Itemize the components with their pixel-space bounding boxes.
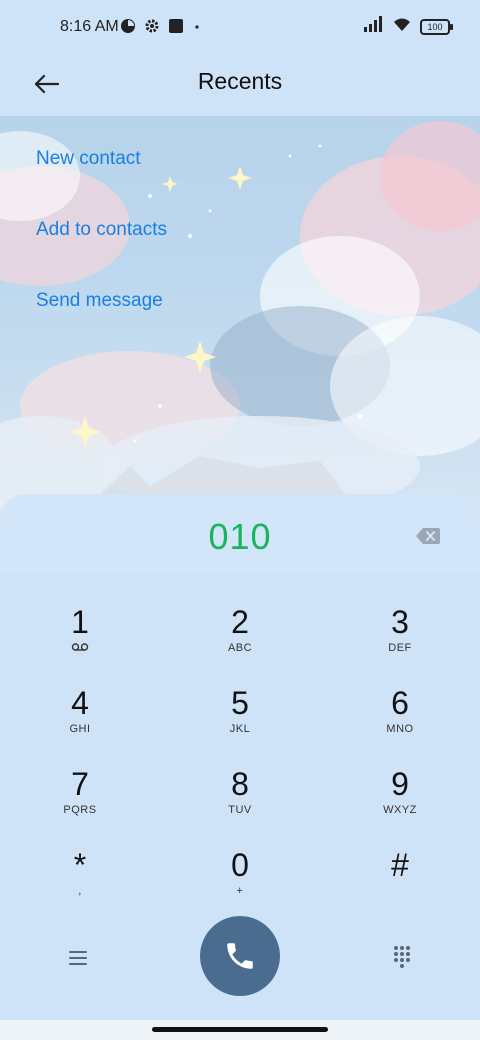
- signal-icon: [364, 16, 384, 37]
- app-square-icon: [168, 18, 184, 39]
- key-9[interactable]: 9 WXYZ: [340, 766, 460, 836]
- key-digit: 4: [71, 685, 89, 721]
- key-letters: TUV: [228, 804, 252, 816]
- number-display: 010: [0, 494, 480, 574]
- backspace-button[interactable]: [416, 528, 440, 549]
- dot-icon: [192, 18, 202, 39]
- bottom-bar: [0, 914, 480, 1004]
- key-digit: 9: [391, 766, 409, 802]
- key-letters: WXYZ: [383, 804, 417, 816]
- key-digit: *: [73, 847, 87, 883]
- key-letters: MNO: [386, 723, 414, 735]
- key-digit: 8: [231, 766, 249, 802]
- key-4[interactable]: 4 GHI: [20, 685, 140, 755]
- add-to-contacts-link[interactable]: Add to contacts: [36, 219, 167, 241]
- key-digit: 5: [231, 685, 249, 721]
- key-digit: 2: [231, 604, 249, 640]
- key-2[interactable]: 2 ABC: [180, 604, 300, 674]
- key-digit: 0: [231, 847, 249, 883]
- send-message-link[interactable]: Send message: [36, 290, 163, 312]
- menu-button[interactable]: [64, 944, 92, 972]
- status-time: 8:16 AM: [60, 18, 119, 35]
- key-letters: JKL: [229, 723, 251, 735]
- key-letters: +: [236, 885, 244, 897]
- key-digit: 6: [391, 685, 409, 721]
- status-icons-left: [120, 18, 202, 38]
- key-1[interactable]: 1: [20, 604, 140, 674]
- voicemail-icon: [20, 642, 140, 655]
- settings-icon: [144, 18, 160, 39]
- key-digit: 3: [391, 604, 409, 640]
- menu-icon: [69, 951, 87, 965]
- navigation-bar: [0, 1020, 480, 1040]
- key-letters: PQRS: [63, 804, 97, 816]
- phone-icon: [227, 943, 253, 969]
- call-button[interactable]: [200, 916, 280, 996]
- page-title: Recents: [197, 68, 283, 94]
- home-indicator[interactable]: [152, 1027, 328, 1032]
- new-contact-link[interactable]: New contact: [36, 148, 141, 170]
- dial-panel: 010 1 2 ABC 3 DEF 4 GHI 5 JKL 6 MNO 7 PQ…: [0, 494, 480, 1024]
- dialed-number: 010: [208, 516, 272, 557]
- dialpad-icon: [394, 946, 410, 968]
- key-3[interactable]: 3 DEF: [340, 604, 460, 674]
- battery-icon: 100: [420, 18, 453, 35]
- key-8[interactable]: 8 TUV: [180, 766, 300, 836]
- key-letters: GHI: [69, 723, 91, 735]
- status-icons-right: 100: [364, 16, 453, 37]
- key-star[interactable]: * ,: [20, 847, 140, 917]
- key-letters: DEF: [388, 642, 412, 654]
- key-6[interactable]: 6 MNO: [340, 685, 460, 755]
- key-letters: ,: [78, 885, 82, 897]
- key-hash[interactable]: #: [340, 847, 460, 917]
- key-7[interactable]: 7 PQRS: [20, 766, 140, 836]
- key-digit: 7: [71, 766, 89, 802]
- wallpaper: New contact Add to contacts Send message: [0, 116, 480, 526]
- header: Recents: [0, 56, 480, 116]
- key-digit: 1: [71, 604, 89, 640]
- timer-icon: [120, 18, 136, 39]
- backspace-icon: [416, 528, 440, 544]
- dialpad-toggle-button[interactable]: [390, 944, 414, 968]
- wallpaper-art: [0, 121, 480, 516]
- key-5[interactable]: 5 JKL: [180, 685, 300, 755]
- key-0[interactable]: 0 +: [180, 847, 300, 917]
- key-digit: #: [391, 847, 409, 883]
- key-letters: ABC: [227, 642, 253, 654]
- status-bar: 8:16 AM 100: [0, 0, 480, 56]
- wifi-icon: [392, 16, 412, 37]
